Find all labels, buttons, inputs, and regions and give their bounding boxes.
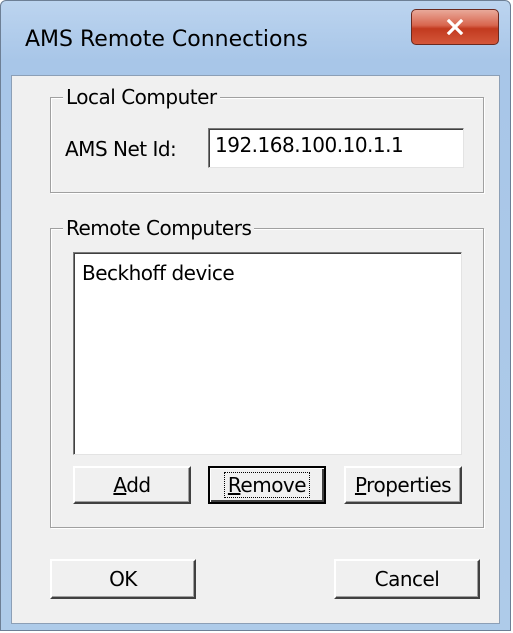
focus-rect: Remove [223,472,311,498]
add-button[interactable]: Add [73,466,191,504]
dialog-window: AMS Remote Connections Local Computer AM… [0,0,511,631]
local-computer-group-label: Local Computer [63,85,220,109]
ams-net-id-label: AMS Net Id: [65,137,177,161]
ams-net-id-field[interactable]: 192.168.100.10.1.1 [208,128,464,168]
remote-computers-group: Remote Computers Beckhoff device Add Rem… [50,216,484,528]
properties-button[interactable]: Properties [344,466,462,504]
cancel-button[interactable]: Cancel [334,559,480,599]
list-item[interactable]: Beckhoff device [82,261,235,285]
window-title: AMS Remote Connections [25,27,308,52]
remove-button-label: emove [240,473,307,497]
remote-computers-group-label: Remote Computers [63,216,255,240]
remote-computers-list[interactable]: Beckhoff device [73,252,462,455]
remove-button-mnemonic: R [227,473,241,497]
close-button[interactable] [411,9,499,45]
add-button-label: dd [126,473,151,497]
add-button-mnemonic: A [113,473,127,497]
remove-button[interactable]: Remove [208,466,326,504]
properties-button-mnemonic: P [354,473,367,497]
close-icon [446,19,464,35]
dialog-client-area: Local Computer AMS Net Id: 192.168.100.1… [11,75,500,624]
properties-button-label: roperties [366,473,452,497]
local-computer-group: Local Computer AMS Net Id: 192.168.100.1… [50,85,484,193]
title-bar[interactable]: AMS Remote Connections [1,1,510,77]
ok-button[interactable]: OK [50,559,196,599]
